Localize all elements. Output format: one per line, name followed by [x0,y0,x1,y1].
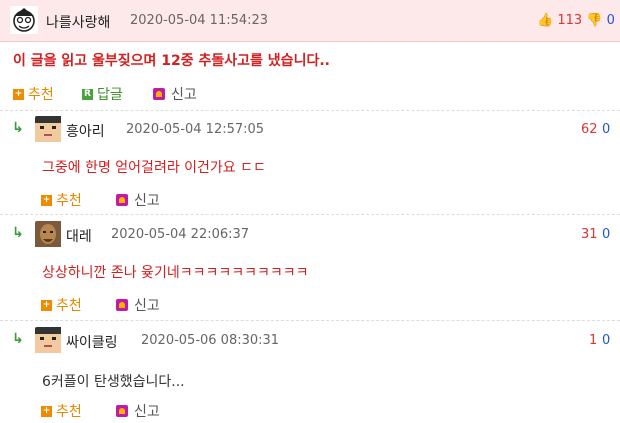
report-label: 신고 [134,193,160,209]
siren-icon [153,88,165,100]
downvote-count: 0 [602,333,611,348]
pixel-face-icon [35,327,61,353]
face-icon [13,8,35,32]
portrait-icon [35,221,61,247]
reply-arrow-icon: ↳ [12,331,24,347]
comment-date: 2020-05-04 12:57:05 [126,122,265,137]
plus-icon: + [41,194,52,206]
comment-date: 2020-05-04 11:54:23 [130,13,269,28]
user-avatar[interactable] [35,116,63,144]
divider [0,320,620,321]
comment-body: 6커플이 탄생했습니다... [42,374,185,390]
best-comment: 나를사랑해 2020-05-04 11:54:23 👍 113 👎 0 [0,0,620,42]
downvote-count: 0 [602,122,611,137]
user-nickname[interactable]: 싸이클링 [66,332,118,352]
comment-body: 이 글을 읽고 울부짖으며 12중 추돌사고를 냈습니다.. [13,53,330,69]
downvote-count: 0 [606,13,615,28]
report-button[interactable]: 신고 [116,295,160,315]
plus-icon: + [41,299,52,311]
plus-icon: + [13,88,24,100]
upvote-count: 62 [581,122,598,137]
comment-body: 그중에 한명 얻어걸려라 이건가요 ㄷㄷ [42,160,266,176]
comment-date: 2020-05-06 08:30:31 [141,333,280,348]
user-nickname[interactable]: 대레 [66,226,92,246]
reply-arrow-icon: ↳ [12,120,24,136]
siren-icon [116,405,128,417]
thumbs-up-icon[interactable]: 👍 [537,13,553,28]
comment-date: 2020-05-04 22:06:37 [111,227,250,242]
pixel-face-icon [35,116,61,142]
upvote-count: 113 [557,13,583,28]
report-label: 신고 [134,404,160,420]
recommend-button[interactable]: + 추천 [13,84,54,104]
recommend-button[interactable]: + 추천 [41,295,82,315]
reply-button[interactable]: R 답글 [82,84,123,104]
reply-arrow-icon: ↳ [12,225,24,241]
recommend-button[interactable]: + 추천 [41,401,82,421]
user-avatar[interactable] [10,6,38,34]
user-nickname[interactable]: 흥아리 [66,121,105,141]
report-button[interactable]: 신고 [116,190,160,210]
plus-icon: + [41,405,52,417]
recommend-label: 추천 [28,87,54,103]
user-avatar[interactable] [35,221,63,249]
recommend-button[interactable]: + 추천 [41,190,82,210]
user-nickname[interactable]: 나를사랑해 [46,12,110,32]
downvote-count: 0 [602,227,611,242]
upvote-count: 31 [581,227,598,242]
thumbs-down-icon[interactable]: 👎 [586,13,602,28]
reply-badge-icon: R [82,88,93,100]
comment-body: 상상하니깐 존나 윶기네ㅋㅋㅋㅋㅋㅋㅋㅋㅋㅋ [42,265,309,281]
report-button[interactable]: 신고 [116,401,160,421]
best-comment-header: 나를사랑해 2020-05-04 11:54:23 👍 113 👎 0 [0,0,620,42]
report-label: 신고 [171,87,197,103]
user-avatar[interactable] [35,327,63,355]
vote-box: 👍 113 👎 0 [537,13,615,28]
recommend-label: 추천 [56,404,82,420]
siren-icon [116,299,128,311]
report-button[interactable]: 신고 [153,84,197,104]
reply-label: 답글 [97,87,123,103]
divider [0,110,620,111]
divider [0,214,620,215]
siren-icon [116,194,128,206]
recommend-label: 추천 [56,298,82,314]
upvote-count: 1 [589,333,598,348]
report-label: 신고 [134,298,160,314]
recommend-label: 추천 [56,193,82,209]
